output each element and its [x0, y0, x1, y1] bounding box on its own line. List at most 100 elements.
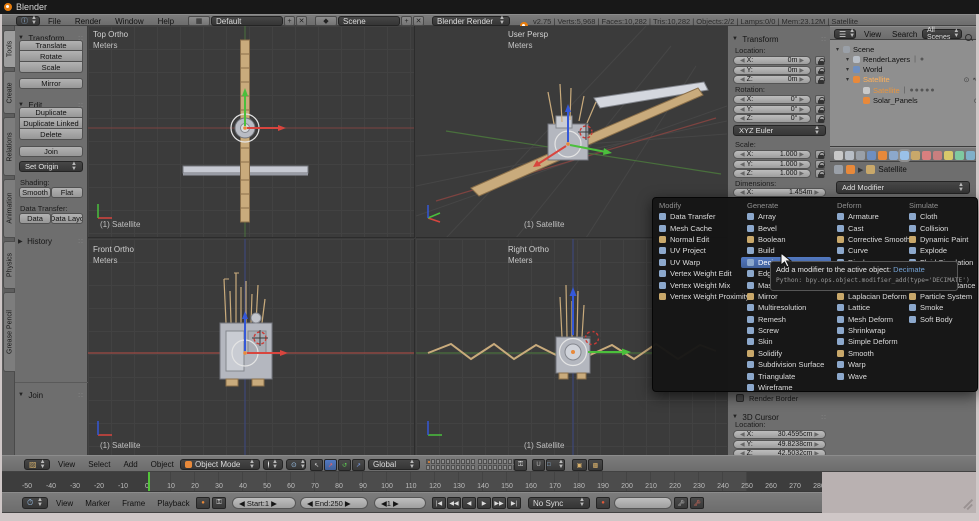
delete-scene-button[interactable]: ✕ [413, 16, 424, 26]
menu-item-multiresolution[interactable]: Multiresolution [741, 302, 831, 313]
manipulator-pointer-toggle[interactable]: ↖ [310, 459, 323, 471]
menu-item-smooth[interactable]: Smooth [831, 348, 903, 359]
view3d-add-menu[interactable]: Add [123, 460, 137, 469]
menu-item-mirror[interactable]: Mirror [741, 291, 831, 302]
location-x-field[interactable]: ◀ X:0m ▶ [733, 56, 811, 65]
location-z-field[interactable]: ◀ Z:0m ▶ [733, 75, 811, 84]
layer-toggle[interactable] [498, 459, 502, 464]
start-frame-field[interactable]: ◀ Start:1 ▶ [232, 497, 296, 509]
menu-item-explode[interactable]: Explode [903, 245, 977, 256]
toolshelf-tab-tools[interactable]: Tools [3, 30, 15, 68]
scene-icon[interactable]: ◆ [315, 16, 337, 26]
mirror-button[interactable]: Mirror [19, 78, 83, 89]
set-origin-dropdown[interactable]: Set Origin▲▼ [19, 161, 83, 172]
add-layout-button[interactable]: + [284, 16, 295, 26]
menu-item-vertex-weight-proximity[interactable]: Vertex Weight Proximity [653, 291, 741, 302]
info-render-menu[interactable]: Render [75, 17, 101, 26]
outliner-search-menu[interactable]: Search [892, 30, 917, 39]
menu-item-curve[interactable]: Curve [831, 245, 903, 256]
menu-item-particle-system[interactable]: Particle System [903, 291, 977, 302]
modifiers-tab-icon[interactable] [900, 151, 909, 160]
lock-icon[interactable] [815, 75, 825, 84]
menu-item-vertex-weight-edit[interactable]: Vertex Weight Edit [653, 268, 741, 279]
layer-toggle[interactable] [503, 465, 507, 470]
particles-tab-icon[interactable] [944, 151, 953, 160]
physics2-tab-icon[interactable] [966, 151, 975, 160]
cursor-x-field[interactable]: ◀ X:30.4595cm ▶ [733, 430, 826, 439]
toolshelf-tab-create[interactable]: Create [3, 71, 15, 114]
menu-item-cast[interactable]: Cast [831, 222, 903, 233]
screen-layout-icon[interactable]: ▦ [188, 16, 210, 26]
layer-toggle[interactable] [508, 459, 512, 464]
lock-icon[interactable] [815, 66, 825, 75]
translate-button[interactable]: Translate [19, 40, 83, 51]
current-frame-field[interactable]: ◀1 ▶ [374, 497, 426, 509]
layer-toggle[interactable] [436, 459, 440, 464]
view3d-object-menu[interactable]: Object [151, 460, 174, 469]
scale-z-field[interactable]: ◀ Z:1.000 ▶ [733, 169, 811, 178]
menu-item-subdivision-surface[interactable]: Subdivision Surface [741, 359, 831, 370]
add-modifier-button[interactable]: Add Modifier▲▼ [836, 181, 970, 194]
editor-context-icon[interactable] [834, 165, 843, 174]
dimensions-x-field[interactable]: ◀ X:1.454m ▶ [733, 188, 826, 197]
menu-item-wireframe[interactable]: Wireframe [741, 382, 831, 393]
timeline-ruler[interactable]: -50-40-30-20-100102030405060708090100110… [2, 472, 822, 492]
display-mode-dropdown[interactable]: All Scenes▲▼ [922, 29, 962, 39]
jump-to-start-button[interactable]: |◀ [432, 497, 446, 509]
render-engine-select[interactable]: Blender Render▲▼ [432, 16, 510, 26]
play-button[interactable]: ▶ [477, 497, 491, 509]
delete-keyframe-button[interactable]: 🗝 [690, 497, 704, 509]
menu-item-screw[interactable]: Screw [741, 325, 831, 336]
layer-toggle[interactable] [436, 465, 440, 470]
translate-manipulator-toggle[interactable]: ↗ [324, 459, 337, 471]
editor-type-button[interactable]: ▨▲▼ [24, 459, 50, 470]
rotation-z-field[interactable]: ◀ Z:0° ▶ [733, 114, 811, 123]
menu-item-boolean[interactable]: Boolean [741, 234, 831, 245]
menu-item-solidify[interactable]: Solidify [741, 348, 831, 359]
delete-button[interactable]: Delete [19, 129, 83, 140]
viewport-front[interactable]: Front Ortho Meters (1) Satellite [88, 239, 415, 455]
layer-toggle[interactable] [488, 465, 492, 470]
menu-item-remesh[interactable]: Remesh [741, 314, 831, 325]
scale-manipulator-toggle[interactable]: ↗ [352, 459, 365, 471]
menu-item-normal-edit[interactable]: Normal Edit [653, 234, 741, 245]
data-layo-button[interactable]: Data Layo [51, 213, 83, 224]
layer-toggle[interactable] [471, 465, 475, 470]
layer-toggle[interactable] [431, 465, 435, 470]
layer-toggle[interactable] [461, 465, 465, 470]
scene-select[interactable]: Scene [338, 16, 400, 26]
editor-type-button[interactable]: ☰▲▼ [834, 29, 856, 39]
transform-orientation-dropdown[interactable]: Global▲▼ [368, 459, 420, 470]
delete-layout-button[interactable]: ✕ [296, 16, 307, 26]
render-tab-icon[interactable] [834, 151, 843, 160]
snap-element-dropdown[interactable]: □▲▼ [546, 459, 565, 471]
viewport-top[interactable]: Top Ortho Meters (1) Satellite [88, 26, 415, 238]
layer-toggle[interactable] [451, 459, 455, 464]
outliner-item-satellite[interactable]: ▾Satellite⊙↖▣ [830, 75, 979, 85]
layer-toggle[interactable] [508, 465, 512, 470]
toolshelf-tab-physics[interactable]: Physics [3, 241, 15, 289]
lock-icon[interactable] [815, 105, 825, 114]
layer-toggle[interactable] [493, 465, 497, 470]
timeline-playback-menu[interactable]: Playback [157, 499, 189, 508]
lock-icon[interactable] [815, 160, 825, 169]
layer-toggle[interactable] [431, 459, 435, 464]
menu-item-data-transfer[interactable]: Data Transfer [653, 211, 741, 222]
data-button[interactable]: Data [19, 213, 51, 224]
layers-widget[interactable] [426, 459, 527, 470]
menu-item-uv-project[interactable]: UV Project [653, 245, 741, 256]
view3d-select-menu[interactable]: Select [88, 460, 110, 469]
sync-dropdown[interactable]: No Sync▲▼ [528, 497, 590, 509]
menu-item-mesh-cache[interactable]: Mesh Cache [653, 222, 741, 233]
render-border-checkbox[interactable] [736, 394, 744, 402]
view3d-view-menu[interactable]: View [58, 460, 75, 469]
keying-set-field[interactable] [614, 497, 672, 509]
outliner-item-scene[interactable]: ▾Scene [830, 44, 979, 54]
texture-tab-icon[interactable] [933, 151, 942, 160]
opengl-render-image-button[interactable]: ▣ [572, 459, 587, 471]
layer-toggle[interactable] [441, 465, 445, 470]
layer-toggle[interactable] [493, 459, 497, 464]
lock-icon[interactable] [815, 56, 825, 65]
transform-panel-title[interactable]: Transform [742, 35, 778, 44]
snap-toggle[interactable]: U [532, 459, 545, 471]
